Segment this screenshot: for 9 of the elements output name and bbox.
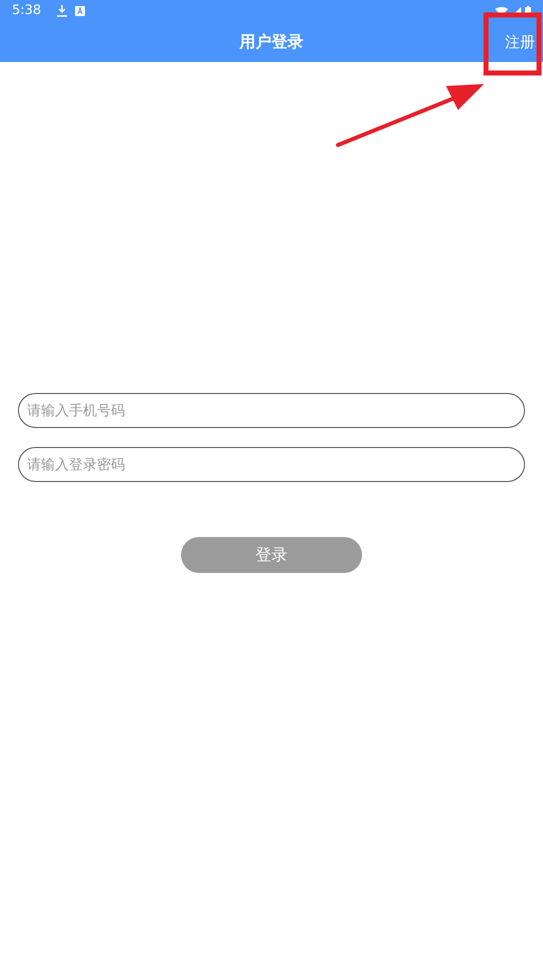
input-field[interactable]: 请输入登录密码 bbox=[18, 447, 525, 482]
input-field[interactable]: 请输入手机号码 bbox=[18, 393, 525, 428]
wifi-icon bbox=[495, 6, 508, 16]
status-time: 5:38 bbox=[12, 2, 42, 20]
register-link[interactable]: 注册 bbox=[505, 30, 535, 54]
page-title: 用户登录 bbox=[240, 31, 304, 53]
download-icon bbox=[57, 5, 68, 17]
annotation-box bbox=[484, 12, 542, 76]
keyboard-icon bbox=[75, 6, 86, 16]
